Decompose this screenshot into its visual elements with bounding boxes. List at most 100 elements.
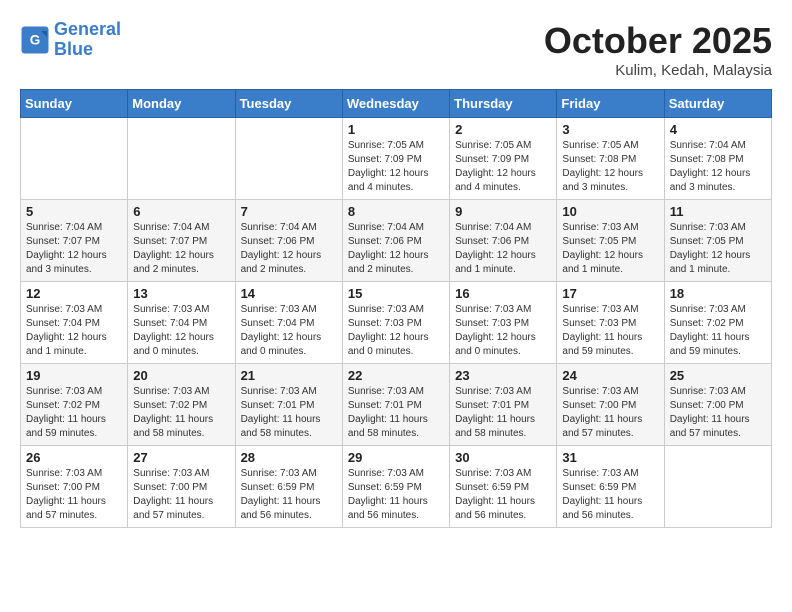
day-info: Sunrise: 7:03 AM Sunset: 7:04 PM Dayligh…	[241, 303, 337, 359]
day-number: 4	[670, 122, 766, 137]
calendar-cell: 26 Sunrise: 7:03 AM Sunset: 7:00 PM Dayli…	[21, 446, 128, 528]
calendar-cell: 20 Sunrise: 7:03 AM Sunset: 7:02 PM Dayli…	[128, 364, 235, 446]
page-header: G General Blue October 2025 Kulim, Kedah…	[20, 20, 772, 79]
weekday-header: Sunday	[21, 90, 128, 118]
day-number: 22	[348, 368, 444, 383]
calendar-cell: 3 Sunrise: 7:05 AM Sunset: 7:08 PM Daylig…	[557, 118, 664, 200]
calendar-cell: 5 Sunrise: 7:04 AM Sunset: 7:07 PM Daylig…	[21, 200, 128, 282]
calendar-cell: 18 Sunrise: 7:03 AM Sunset: 7:02 PM Dayli…	[664, 282, 771, 364]
svg-text:G: G	[30, 32, 41, 47]
day-number: 29	[348, 450, 444, 465]
calendar-cell: 13 Sunrise: 7:03 AM Sunset: 7:04 PM Dayli…	[128, 282, 235, 364]
day-info: Sunrise: 7:03 AM Sunset: 7:02 PM Dayligh…	[26, 385, 122, 441]
day-info: Sunrise: 7:04 AM Sunset: 7:06 PM Dayligh…	[348, 221, 444, 277]
logo: G General Blue	[20, 20, 121, 60]
calendar-cell: 31 Sunrise: 7:03 AM Sunset: 6:59 PM Dayli…	[557, 446, 664, 528]
day-number: 23	[455, 368, 551, 383]
day-number: 28	[241, 450, 337, 465]
weekday-header: Monday	[128, 90, 235, 118]
day-number: 17	[562, 286, 658, 301]
day-number: 6	[133, 204, 229, 219]
day-number: 7	[241, 204, 337, 219]
day-info: Sunrise: 7:03 AM Sunset: 7:03 PM Dayligh…	[455, 303, 551, 359]
logo-text: General Blue	[54, 20, 121, 60]
weekday-header: Wednesday	[342, 90, 449, 118]
day-info: Sunrise: 7:03 AM Sunset: 6:59 PM Dayligh…	[562, 467, 658, 523]
day-info: Sunrise: 7:03 AM Sunset: 7:01 PM Dayligh…	[348, 385, 444, 441]
calendar-cell: 1Sunrise: 7:05 AM Sunset: 7:09 PM Daylig…	[342, 118, 449, 200]
day-info: Sunrise: 7:03 AM Sunset: 7:03 PM Dayligh…	[348, 303, 444, 359]
day-info: Sunrise: 7:04 AM Sunset: 7:08 PM Dayligh…	[670, 139, 766, 195]
calendar-week-row: 1 Sunrise: 7:05 AM Sunset: 7:09 PM Daylig…	[21, 118, 772, 200]
day-info: Sunrise: 7:03 AM Sunset: 7:02 PM Dayligh…	[133, 385, 229, 441]
day-info: Sunrise: 7:03 AM Sunset: 7:04 PM Dayligh…	[133, 303, 229, 359]
day-number: 3	[562, 122, 658, 137]
day-info: Sunrise: 7:03 AM Sunset: 7:04 PM Dayligh…	[26, 303, 122, 359]
day-info: Sunrise: 7:05 AM Sunset: 7:09 PM Dayligh…	[455, 139, 551, 195]
day-number: 10	[562, 204, 658, 219]
day-info: Sunrise: 7:03 AM Sunset: 7:05 PM Dayligh…	[562, 221, 658, 277]
day-info: Sunrise: 7:03 AM Sunset: 7:00 PM Dayligh…	[670, 385, 766, 441]
day-number: 25	[670, 368, 766, 383]
day-number: 31	[562, 450, 658, 465]
weekday-header: Saturday	[664, 90, 771, 118]
logo-icon: G	[20, 25, 50, 55]
calendar-cell	[664, 446, 771, 528]
day-number: 16	[455, 286, 551, 301]
day-info: Sunrise: 7:03 AM Sunset: 7:00 PM Dayligh…	[562, 385, 658, 441]
day-info: Sunrise: 7:03 AM Sunset: 7:01 PM Dayligh…	[241, 385, 337, 441]
day-info: Sunrise: 7:03 AM Sunset: 6:59 PM Dayligh…	[241, 467, 337, 523]
calendar-cell: 7Sunrise: 7:04 AM Sunset: 7:06 PM Daylig…	[235, 200, 342, 282]
day-number: 18	[670, 286, 766, 301]
calendar-week-row: 5 Sunrise: 7:04 AM Sunset: 7:07 PM Daylig…	[21, 200, 772, 282]
calendar-table: SundayMondayTuesdayWednesdayThursdayFrid…	[20, 89, 772, 528]
day-number: 15	[348, 286, 444, 301]
calendar-cell: 22 Sunrise: 7:03 AM Sunset: 7:01 PM Dayli…	[342, 364, 449, 446]
day-info: Sunrise: 7:03 AM Sunset: 7:02 PM Dayligh…	[670, 303, 766, 359]
calendar-cell: 21 Sunrise: 7:03 AM Sunset: 7:01 PM Dayli…	[235, 364, 342, 446]
day-number: 19	[26, 368, 122, 383]
calendar-cell	[235, 118, 342, 200]
day-info: Sunrise: 7:04 AM Sunset: 7:07 PM Dayligh…	[26, 221, 122, 277]
day-info: Sunrise: 7:03 AM Sunset: 6:59 PM Dayligh…	[348, 467, 444, 523]
day-info: Sunrise: 7:03 AM Sunset: 7:00 PM Dayligh…	[133, 467, 229, 523]
month-title: October 2025	[544, 20, 772, 62]
day-info: Sunrise: 7:05 AM Sunset: 7:08 PM Dayligh…	[562, 139, 658, 195]
calendar-cell: 16 Sunrise: 7:03 AM Sunset: 7:03 PM Dayli…	[450, 282, 557, 364]
weekday-header: Friday	[557, 90, 664, 118]
weekday-header: Thursday	[450, 90, 557, 118]
day-info: Sunrise: 7:03 AM Sunset: 7:01 PM Dayligh…	[455, 385, 551, 441]
day-info: Sunrise: 7:03 AM Sunset: 7:05 PM Dayligh…	[670, 221, 766, 277]
calendar-cell	[21, 118, 128, 200]
calendar-cell: 17 Sunrise: 7:03 AM Sunset: 7:03 PM Dayli…	[557, 282, 664, 364]
day-number: 26	[26, 450, 122, 465]
calendar-week-row: 26 Sunrise: 7:03 AM Sunset: 7:00 PM Dayli…	[21, 446, 772, 528]
logo-line2: Blue	[54, 39, 93, 59]
calendar-cell: 27 Sunrise: 7:03 AM Sunset: 7:00 PM Dayli…	[128, 446, 235, 528]
day-number: 27	[133, 450, 229, 465]
calendar-cell: 29 Sunrise: 7:03 AM Sunset: 6:59 PM Dayli…	[342, 446, 449, 528]
day-number: 1	[348, 122, 444, 137]
day-number: 21	[241, 368, 337, 383]
weekday-header-row: SundayMondayTuesdayWednesdayThursdayFrid…	[21, 90, 772, 118]
calendar-week-row: 12 Sunrise: 7:03 AM Sunset: 7:04 PM Dayli…	[21, 282, 772, 364]
day-number: 9	[455, 204, 551, 219]
calendar-cell: 4 Sunrise: 7:04 AM Sunset: 7:08 PM Daylig…	[664, 118, 771, 200]
calendar-cell: 14Sunrise: 7:03 AM Sunset: 7:04 PM Dayli…	[235, 282, 342, 364]
calendar-cell: 12 Sunrise: 7:03 AM Sunset: 7:04 PM Dayli…	[21, 282, 128, 364]
day-number: 24	[562, 368, 658, 383]
day-number: 12	[26, 286, 122, 301]
day-info: Sunrise: 7:04 AM Sunset: 7:06 PM Dayligh…	[455, 221, 551, 277]
day-number: 13	[133, 286, 229, 301]
calendar-cell: 10 Sunrise: 7:03 AM Sunset: 7:05 PM Dayli…	[557, 200, 664, 282]
day-number: 20	[133, 368, 229, 383]
day-info: Sunrise: 7:03 AM Sunset: 7:00 PM Dayligh…	[26, 467, 122, 523]
day-number: 30	[455, 450, 551, 465]
calendar-cell: 11Sunrise: 7:03 AM Sunset: 7:05 PM Dayli…	[664, 200, 771, 282]
calendar-cell: 8Sunrise: 7:04 AM Sunset: 7:06 PM Daylig…	[342, 200, 449, 282]
day-number: 5	[26, 204, 122, 219]
calendar-cell: 9 Sunrise: 7:04 AM Sunset: 7:06 PM Daylig…	[450, 200, 557, 282]
day-info: Sunrise: 7:03 AM Sunset: 7:03 PM Dayligh…	[562, 303, 658, 359]
day-info: Sunrise: 7:04 AM Sunset: 7:07 PM Dayligh…	[133, 221, 229, 277]
logo-line1: General	[54, 19, 121, 39]
